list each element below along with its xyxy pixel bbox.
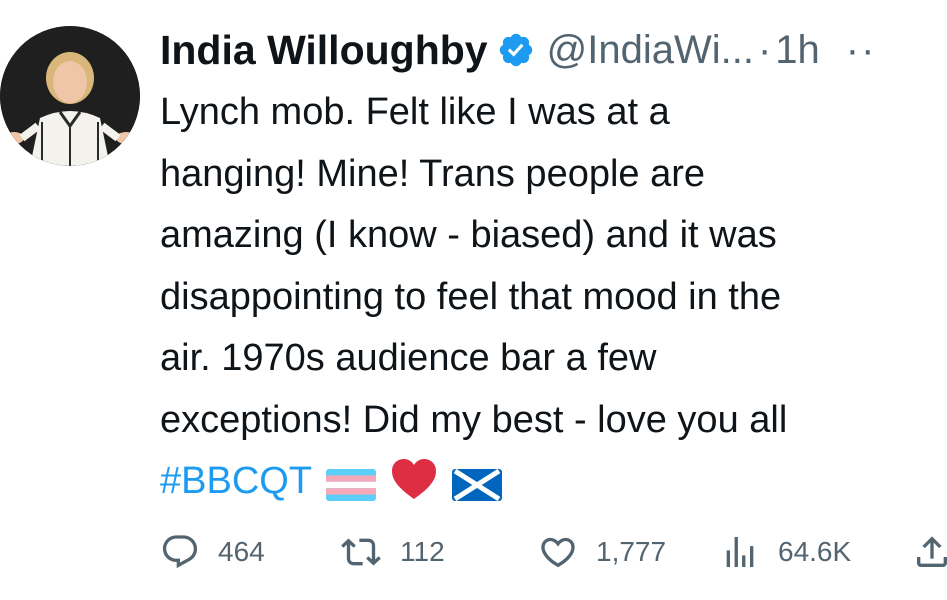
tweet-actions: 464 112 1,777 64.6K [160,524,947,580]
views-count: 64.6K [778,536,852,567]
share-icon [912,532,947,572]
transgender-flag-icon [326,459,377,521]
tweet-text-line-last: #BBCQT [160,451,947,521]
tweet-text: Lynch mob. Felt like I was at a hanging!… [160,82,947,521]
tweet-text-line: air. 1970s audience bar a few [160,337,657,379]
retweet-button[interactable]: 112 [340,524,445,580]
tweet[interactable]: India Willoughby @IndiaWi... · 1h ·· Lyn… [0,0,947,600]
reply-count: 464 [218,536,265,567]
share-button[interactable] [912,524,947,580]
like-count: 1,777 [596,536,667,567]
tweet-text-line: amazing (I know - biased) and it was [160,214,777,256]
tweet-text-line: hanging! Mine! Trans people are [160,152,706,195]
retweet-count: 112 [400,536,445,567]
tweet-text-line: Lynch mob. Felt like I was at a [160,91,670,133]
retweet-icon [340,532,382,572]
user-handle[interactable]: @IndiaWi... [547,28,754,73]
views-button[interactable]: 64.6K [720,524,851,580]
red-heart-icon [390,457,438,521]
like-button[interactable]: 1,777 [538,524,666,580]
more-options-icon[interactable]: ·· [846,28,877,73]
like-icon [538,532,578,572]
reply-button[interactable]: 464 [160,524,265,580]
scotland-flag-icon [452,459,503,521]
avatar[interactable] [0,26,140,166]
timestamp[interactable]: 1h [775,28,820,73]
separator-dot: · [757,27,772,72]
hashtag-link[interactable]: #BBCQT [160,460,312,502]
reply-icon [160,532,200,572]
display-name[interactable]: India Willoughby [160,27,488,74]
tweet-text-line: exceptions! Did my best - love you all [160,398,788,441]
verified-badge-icon [497,31,535,69]
tweet-header: India Willoughby @IndiaWi... · 1h ·· [160,22,947,78]
views-icon [720,532,760,572]
tweet-text-line: disappointing to feel that mood in the [160,275,782,318]
